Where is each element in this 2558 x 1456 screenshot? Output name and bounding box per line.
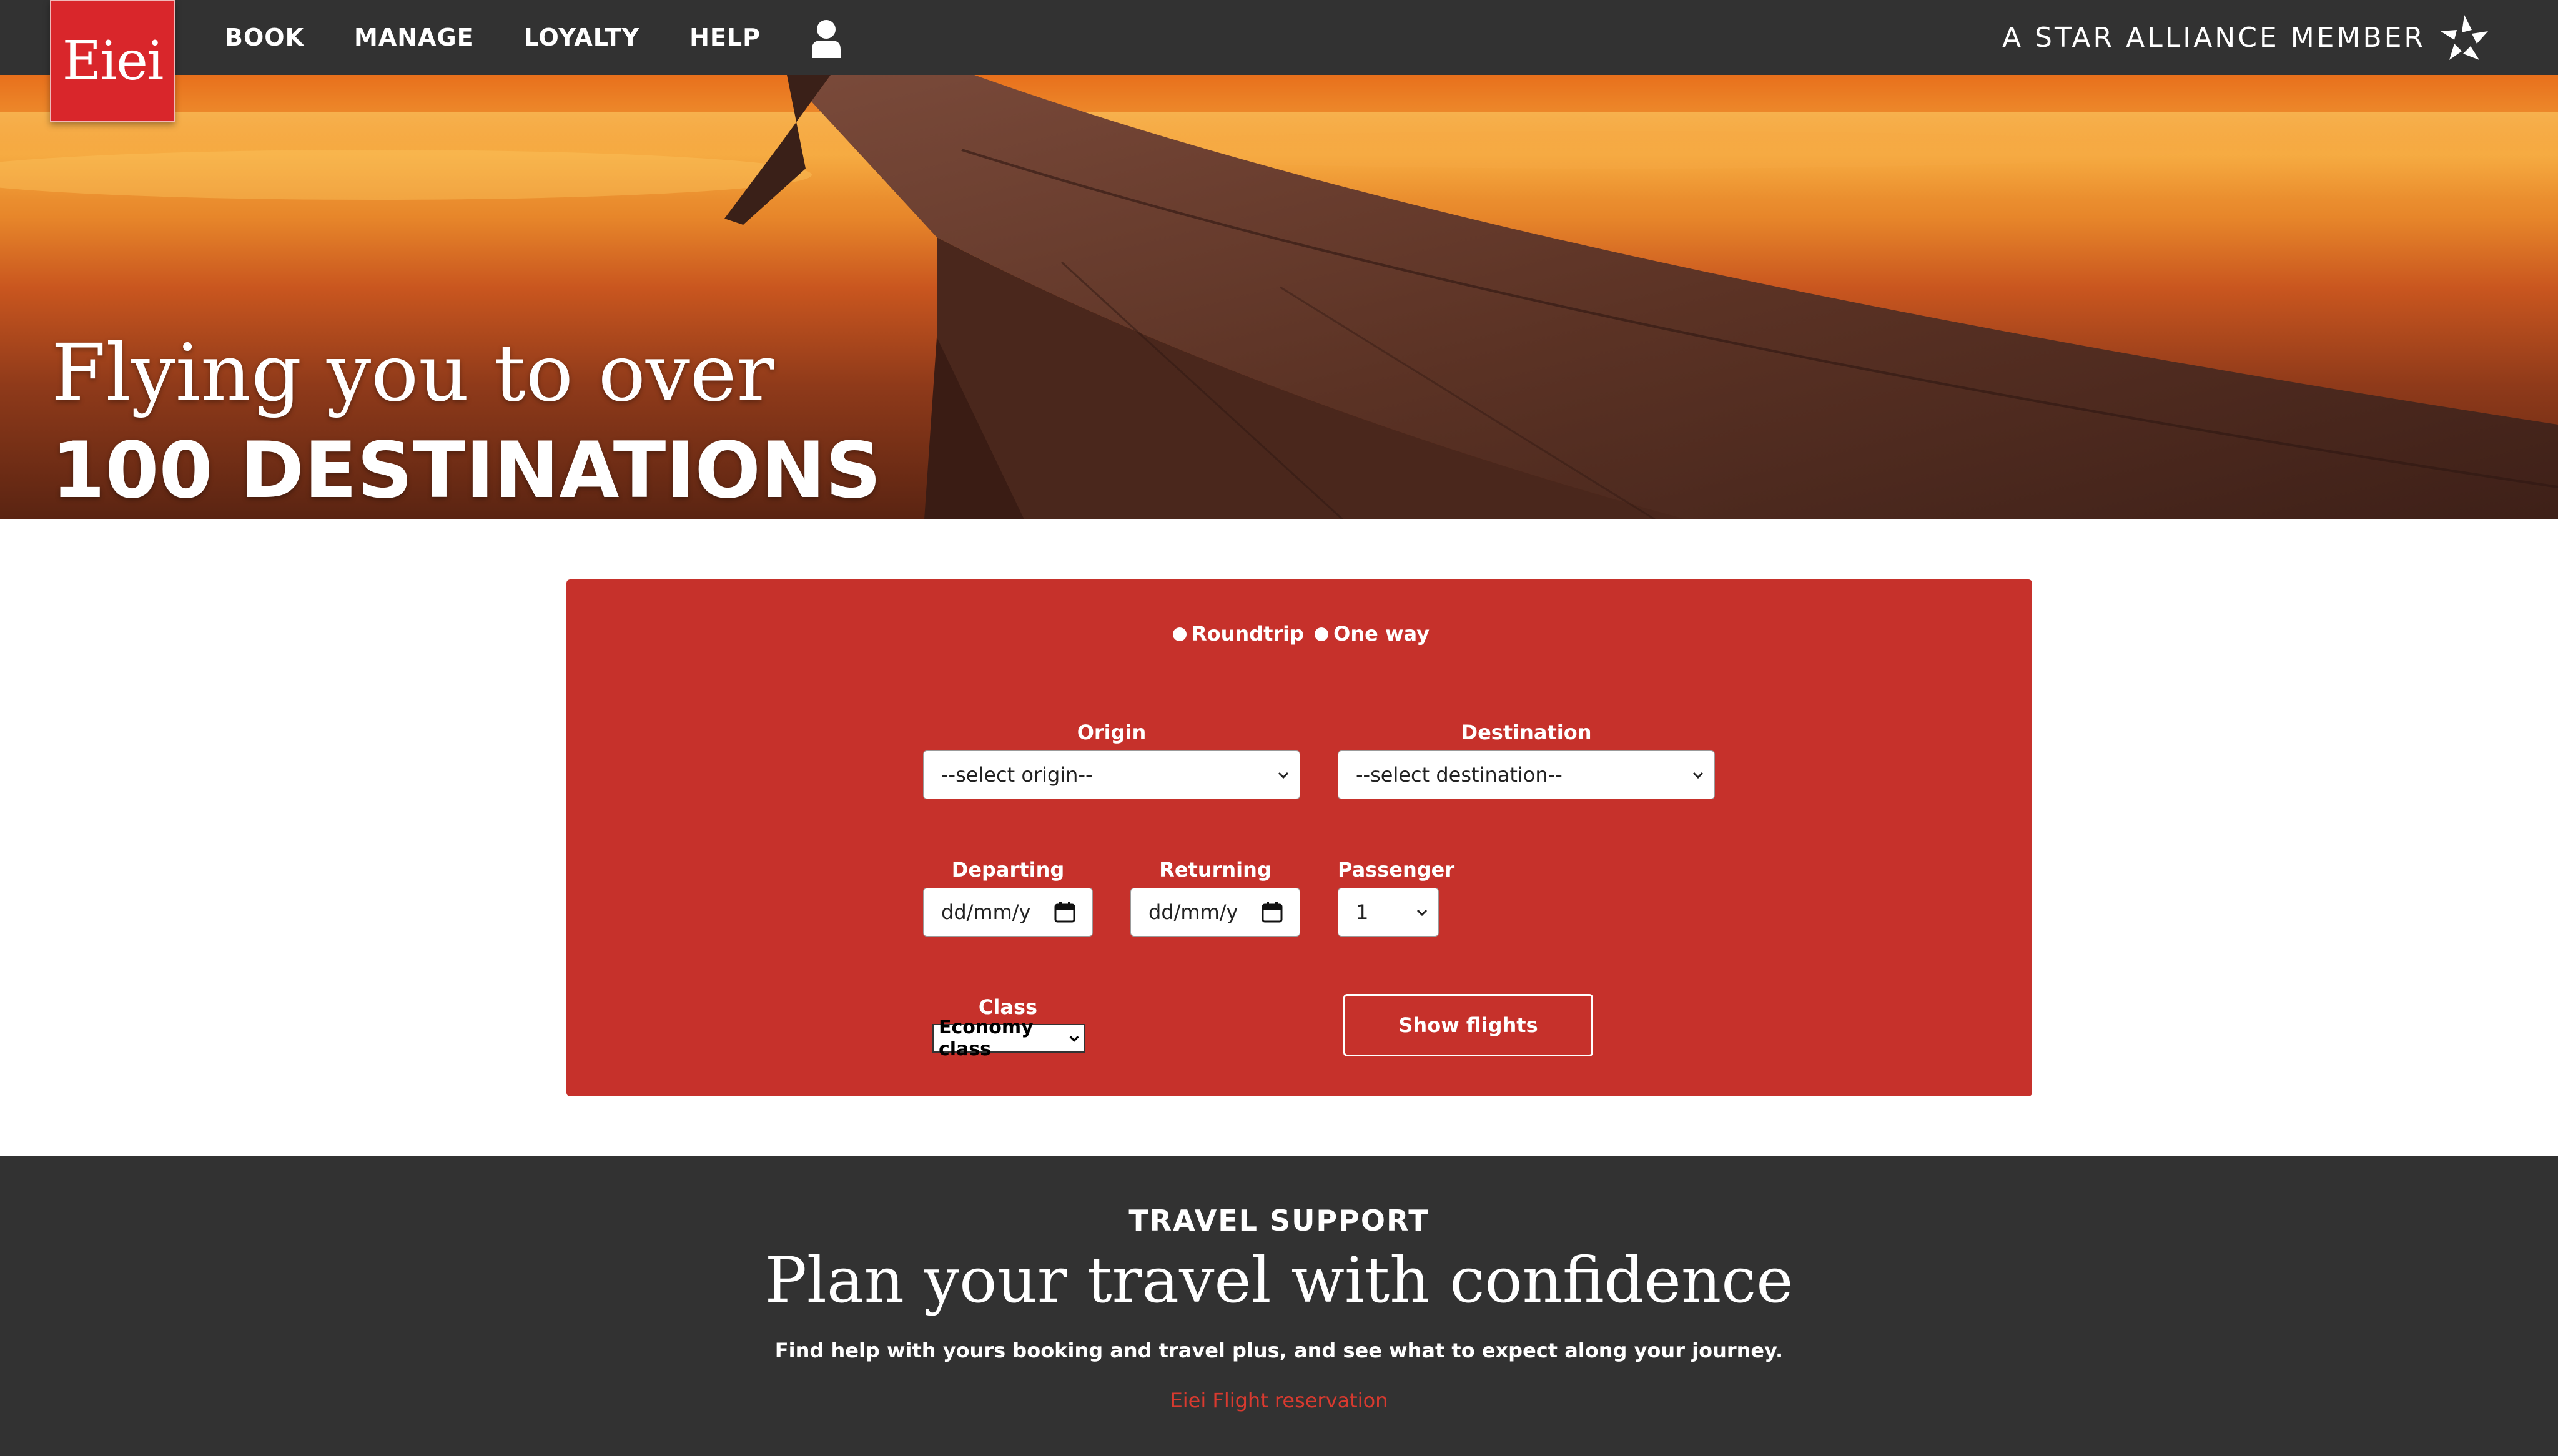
- trip-type-group: Roundtrip One way: [566, 622, 2032, 646]
- nav-book[interactable]: BOOK: [225, 24, 304, 51]
- returning-date-input[interactable]: dd/mm/y: [1130, 888, 1300, 937]
- user-icon[interactable]: [811, 19, 842, 61]
- hero-title: Flying you to over 100 DESTINATIONS: [51, 325, 881, 519]
- origin-value: --select origin--: [941, 763, 1093, 787]
- star-alliance-icon: [2441, 15, 2488, 60]
- one-way-radio[interactable]: [1315, 627, 1329, 641]
- origin-label: Origin: [1077, 721, 1147, 744]
- show-flights-button[interactable]: Show flights: [1343, 994, 1593, 1056]
- returning-label: Returning: [1159, 858, 1272, 882]
- returning-placeholder: dd/mm/y: [1148, 900, 1238, 924]
- alliance-text: A STAR ALLIANCE MEMBER: [2002, 21, 2426, 54]
- nav-loyalty[interactable]: LOYALTY: [524, 24, 640, 51]
- class-select[interactable]: Economy class: [932, 1016, 1085, 1060]
- chevron-down-icon: [1278, 772, 1289, 779]
- class-label: Class: [978, 995, 1038, 1019]
- top-navigation: Eiei BOOK MANAGE LOYALTY HELP A STAR ALL…: [0, 0, 2558, 122]
- destination-value: --select destination--: [1356, 763, 1563, 787]
- star-alliance-badge: A STAR ALLIANCE MEMBER: [2002, 15, 2489, 60]
- chevron-down-icon: [1416, 909, 1428, 917]
- calendar-icon[interactable]: [1261, 901, 1283, 923]
- nav-help[interactable]: HELP: [689, 24, 761, 51]
- chevron-down-icon: [1069, 1036, 1079, 1042]
- one-way-label[interactable]: One way: [1333, 622, 1430, 646]
- destination-select[interactable]: --select destination--: [1338, 750, 1715, 799]
- flight-booking-form: Roundtrip One way Origin --select origin…: [566, 579, 2032, 1096]
- nav-manage[interactable]: MANAGE: [354, 24, 474, 51]
- destination-label: Destination: [1461, 721, 1592, 744]
- calendar-icon[interactable]: [1054, 901, 1076, 923]
- passenger-label: Passenger: [1338, 858, 1455, 882]
- passenger-select[interactable]: 1: [1338, 888, 1439, 937]
- travel-support-section: TRAVEL SUPPORT Plan your travel with con…: [0, 1156, 2558, 1456]
- class-value: Economy class: [939, 1016, 1034, 1060]
- departing-label: Departing: [951, 858, 1065, 882]
- passenger-value: 1: [1356, 900, 1369, 924]
- chevron-down-icon: [1692, 772, 1704, 779]
- roundtrip-radio[interactable]: [1172, 627, 1187, 641]
- hero-banner: Flying you to over 100 DESTINATIONS: [0, 75, 2558, 519]
- origin-select[interactable]: --select origin--: [923, 750, 1300, 799]
- hero-line-2: 100 DESTINATIONS: [51, 426, 882, 516]
- support-headline: Plan your travel with confidence: [764, 1244, 1794, 1317]
- departing-placeholder: dd/mm/y: [941, 900, 1031, 924]
- roundtrip-label[interactable]: Roundtrip: [1192, 622, 1304, 646]
- hero-line-1: Flying you to over: [51, 327, 774, 419]
- support-description: Find help with yours booking and travel …: [774, 1339, 1784, 1362]
- departing-date-input[interactable]: dd/mm/y: [923, 888, 1093, 937]
- main-menu: BOOK MANAGE LOYALTY HELP: [225, 0, 842, 75]
- flight-reservation-link[interactable]: Eiei Flight reservation: [0, 1389, 2558, 1412]
- support-kicker: TRAVEL SUPPORT: [1128, 1204, 1430, 1237]
- brand-logo[interactable]: Eiei: [50, 0, 175, 122]
